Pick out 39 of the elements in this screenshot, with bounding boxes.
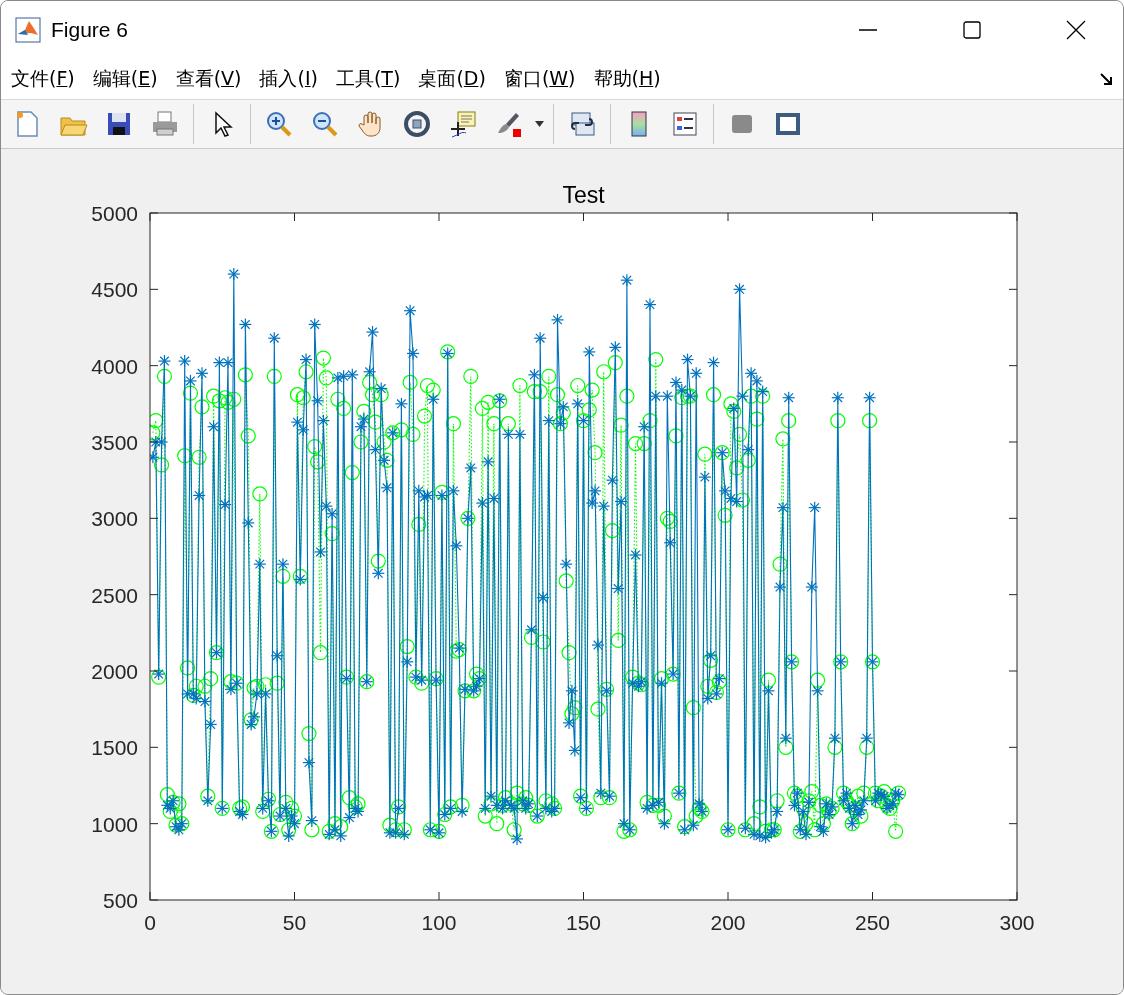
zoom-out-icon bbox=[310, 109, 340, 139]
tick-label: 300 bbox=[999, 911, 1035, 934]
rotate-icon bbox=[402, 109, 432, 139]
print-icon bbox=[150, 109, 180, 139]
minimize-icon bbox=[859, 29, 877, 31]
tick-label: 0 bbox=[144, 911, 156, 934]
menu-item[interactable]: 编辑(E) bbox=[92, 66, 158, 92]
caret-icon[interactable] bbox=[535, 120, 545, 128]
legend-icon bbox=[670, 109, 700, 139]
close-icon bbox=[1066, 20, 1086, 40]
tick-label: 500 bbox=[102, 889, 138, 912]
data-tip-icon bbox=[448, 109, 478, 139]
tick-label: 4000 bbox=[91, 354, 138, 378]
tick-label: 4500 bbox=[91, 278, 138, 302]
menu-item[interactable]: 查看(V) bbox=[175, 66, 242, 92]
tick-label: 5000 bbox=[91, 202, 138, 225]
tick-label: 1500 bbox=[91, 736, 138, 760]
tick-label: 2500 bbox=[91, 583, 138, 607]
tick-label: 2000 bbox=[91, 660, 138, 683]
tick-label: 3500 bbox=[91, 431, 138, 454]
menu-item[interactable]: 帮助(H) bbox=[593, 66, 661, 92]
tick-label: 3000 bbox=[91, 507, 138, 531]
maximize-icon bbox=[962, 20, 982, 40]
app-icon bbox=[15, 17, 41, 43]
menu-item[interactable]: 桌面(D) bbox=[418, 66, 486, 92]
tick-label: 150 bbox=[566, 911, 601, 934]
zoom-in-icon bbox=[264, 109, 294, 139]
menu-item[interactable]: 工具(T) bbox=[335, 66, 401, 92]
tick-label: 250 bbox=[855, 911, 890, 934]
menu-item[interactable]: 窗口(W) bbox=[503, 66, 576, 92]
tick-label: 100 bbox=[421, 911, 457, 934]
chart-title: Test bbox=[562, 182, 605, 208]
tick-label: 1000 bbox=[91, 812, 138, 836]
menu-item[interactable]: 文件(F) bbox=[11, 66, 75, 92]
tick-label: 50 bbox=[282, 911, 307, 934]
menu-item[interactable]: 插入(I) bbox=[259, 66, 318, 92]
tick-label: 200 bbox=[710, 911, 746, 934]
dock-arrow-icon[interactable] bbox=[1099, 72, 1113, 86]
window-title: Figure 6 bbox=[51, 18, 130, 42]
